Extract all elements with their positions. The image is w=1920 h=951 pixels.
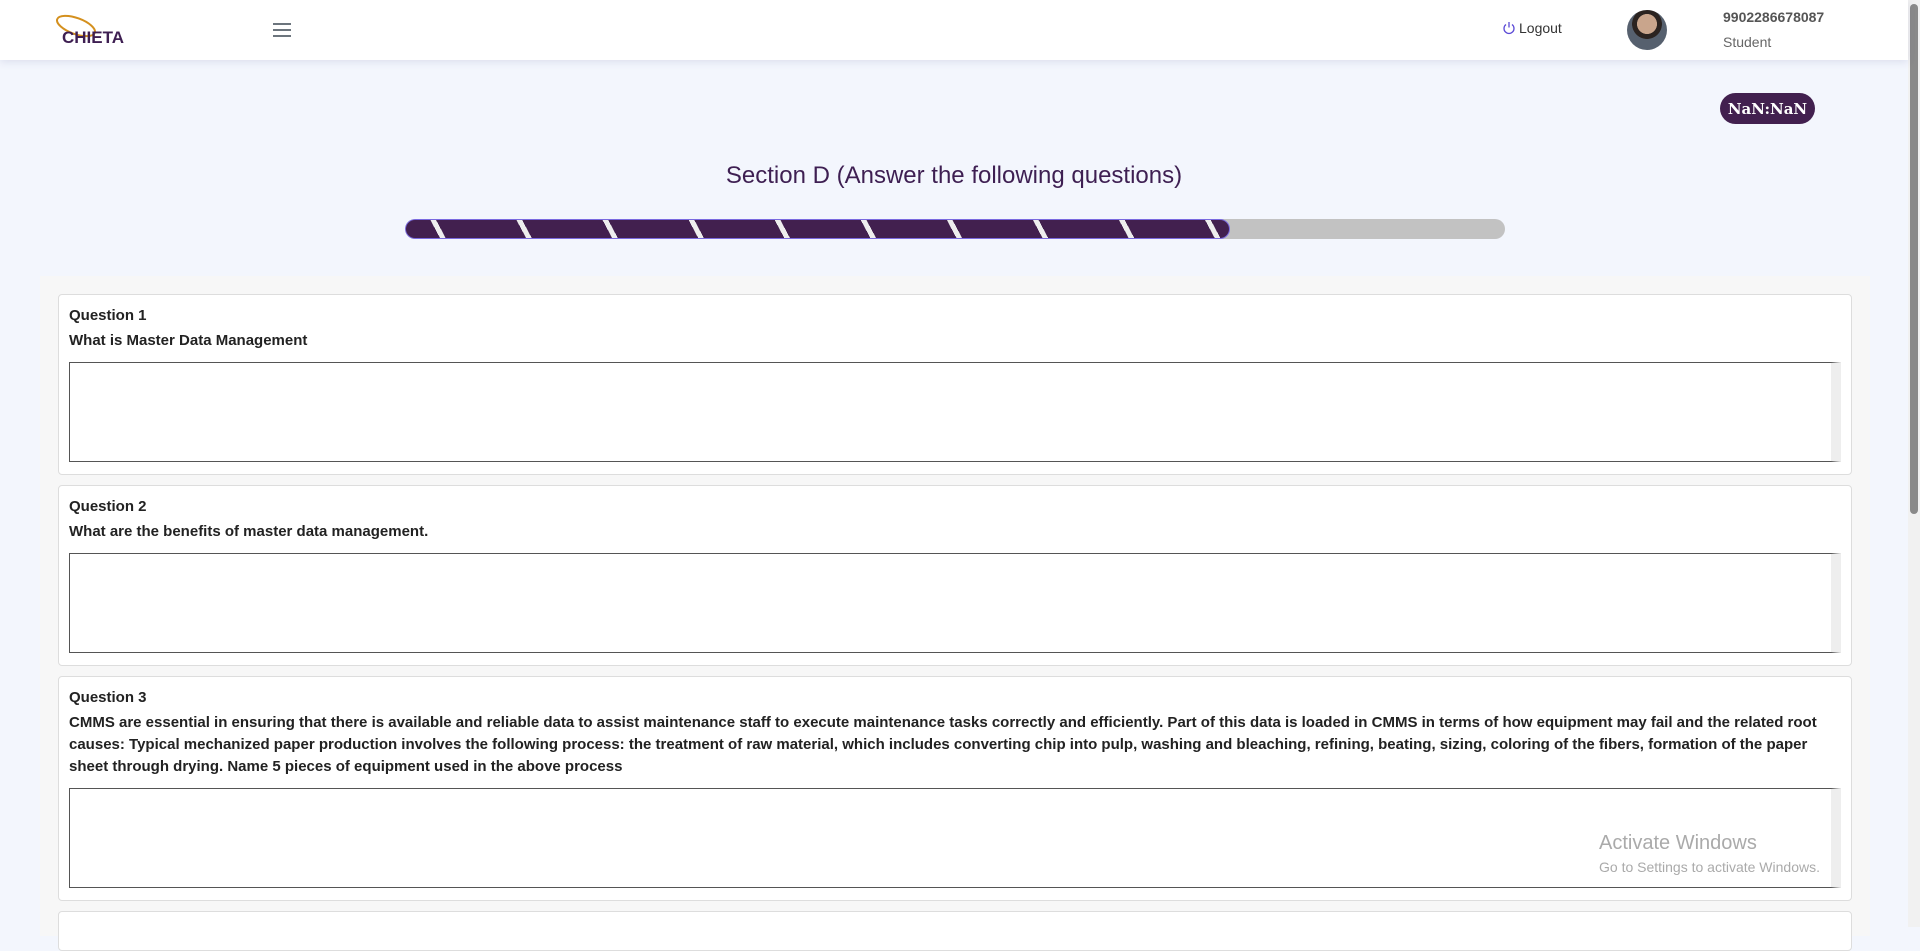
- question-card: Question 1 What is Master Data Managemen…: [58, 294, 1852, 475]
- question-text: What are the benefits of master data man…: [69, 523, 429, 540]
- chieta-logo[interactable]: CHIETA: [56, 12, 126, 48]
- answer-input[interactable]: [69, 362, 1841, 462]
- section-title: Section D (Answer the following question…: [725, 162, 1183, 189]
- user-id: 9902286678087: [1723, 9, 1825, 25]
- activate-windows-title: Activate Windows: [1599, 832, 1757, 854]
- question-card: Question 3 CMMS are essential in ensurin…: [58, 676, 1852, 901]
- hamburger-menu-icon[interactable]: [273, 23, 291, 37]
- question-number: Question 3: [69, 689, 147, 706]
- progress-bar: [405, 219, 1505, 239]
- progress-fill: [405, 219, 1230, 239]
- avatar[interactable]: [1627, 10, 1667, 50]
- questions-panel: Question 1 What is Master Data Managemen…: [40, 276, 1870, 951]
- question-number: Question 2: [69, 498, 147, 515]
- timer-badge: NaN:NaN: [1720, 93, 1815, 124]
- answer-input[interactable]: [69, 553, 1841, 653]
- question-text: What is Master Data Management: [69, 332, 308, 349]
- logout-button[interactable]: Logout: [1502, 20, 1562, 36]
- user-role: Student: [1723, 34, 1772, 50]
- logout-label: Logout: [1519, 20, 1562, 36]
- power-icon: [1503, 22, 1515, 35]
- logo-text: CHIETA: [62, 28, 125, 47]
- scrollbar-thumb[interactable]: [1910, 4, 1918, 514]
- top-header: CHIETA Logout 9902286678087 Student: [0, 0, 1908, 60]
- answer-input[interactable]: [69, 788, 1841, 888]
- question-text: CMMS are essential in ensuring that ther…: [69, 714, 1817, 775]
- question-number: Question 1: [69, 307, 147, 324]
- page-scrollbar[interactable]: [1908, 0, 1920, 927]
- question-card: [58, 911, 1852, 951]
- activate-windows-subtitle: Go to Settings to activate Windows.: [1599, 859, 1820, 875]
- question-card: Question 2 What are the benefits of mast…: [58, 485, 1852, 666]
